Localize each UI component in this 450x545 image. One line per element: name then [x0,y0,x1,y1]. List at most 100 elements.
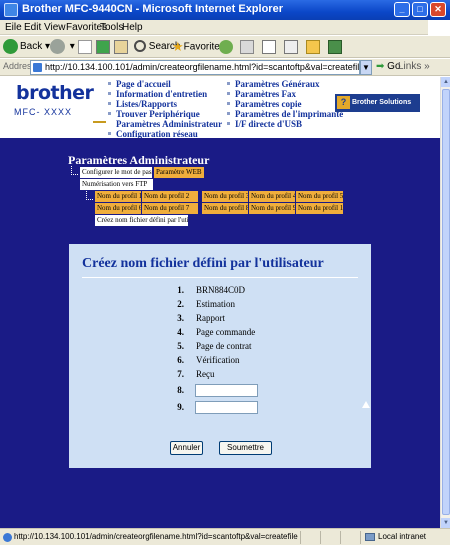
mail-icon[interactable] [240,40,254,54]
question-icon: ? [337,96,350,109]
menu-edit[interactable]: Edit [24,22,41,33]
tree-connector [86,191,93,200]
filename-panel: Créez nom fichier défini par l'utilisate… [69,244,371,468]
scroll-down-icon[interactable]: ▼ [441,518,450,528]
windows-logo-icon [428,20,450,35]
active-arrow-icon [93,121,106,126]
forward-button[interactable]: ▾ [50,38,75,56]
folder-icon[interactable] [306,40,320,54]
tab-profil-5[interactable]: Nom du profil 5 [296,191,343,202]
tree-connector [71,166,78,175]
list-item: 4. Page commande [177,327,256,337]
go-arrow-icon: ➡ [376,61,385,72]
cancel-button[interactable]: Annuler [170,441,203,455]
nav-parametres-copie[interactable]: Paramètres copie [227,99,343,109]
history-icon[interactable] [219,40,233,54]
page-status-icon [3,533,12,542]
list-item: 9. [177,402,184,412]
back-button[interactable]: Back ▾ [3,38,50,56]
nav-information-entretien[interactable]: Information d'entretien [108,89,222,99]
security-zone: Local intranet [378,532,427,541]
edit-icon[interactable] [284,40,298,54]
scroll-top-icon[interactable] [362,401,370,408]
list-item: 7. Reçu [177,369,215,379]
tab-profil-2[interactable]: Nom du profil 2 [142,191,198,202]
list-item: 3. Rapport [177,313,225,323]
nav-parametres-fax[interactable]: Paramètres Fax [227,89,343,99]
menu-file[interactable]: Eile [5,22,22,33]
window-titlebar: Brother MFC-9440CN - Microsoft Internet … [0,0,450,20]
section-title: Paramètres Administrateur [68,153,210,167]
nav-trouver-peripherique[interactable]: Trouver Periphérique [108,109,222,119]
status-url: http://10.134.100.101/admin/createorgfil… [14,532,298,541]
back-arrow-icon [3,38,18,54]
nav-configuration-reseau[interactable]: Configuration réseau [108,129,222,139]
tab-profil-4[interactable]: Nom du profil 4 [249,191,295,202]
print-icon[interactable] [262,40,276,54]
stop-icon[interactable] [78,40,92,54]
favorites-button[interactable]: ★Favorites [172,38,225,56]
intranet-icon [365,533,375,541]
solutions-center-link[interactable]: ? Brother Solutions Center [335,94,420,124]
home-icon[interactable] [114,40,128,54]
tab-profil-8[interactable]: Nom du profil 8 [202,203,248,214]
window-title: Brother MFC-9440CN - Microsoft Internet … [22,3,283,15]
tab-profil-9[interactable]: Nom du profil 9 [249,203,295,214]
links-button[interactable]: Links » [398,61,430,72]
star-icon: ★ [172,39,184,54]
page-header: brother MFC- XXXX Page d'accueil Informa… [0,77,440,139]
list-item: 2. Estimation [177,299,235,309]
tab-creez-nom-fichier[interactable]: Créez nom fichier défini par l'utilisate… [95,215,188,226]
close-button[interactable]: ✕ [430,2,446,17]
tab-profil-7[interactable]: Nom du profil 7 [142,203,198,214]
nav-if-directe-usb[interactable]: I/F directe d'USB [227,119,343,129]
list-item: 8. [177,385,184,395]
toolbar: Back ▾ ▾ Search ★Favorites [0,36,450,58]
submit-button[interactable]: Soumettre [219,441,272,455]
menu-bar: Eile Edit View Favorites Tools Help [0,20,450,35]
menu-tools[interactable]: Tools [100,22,123,33]
tab-parametre-web[interactable]: Paramètre WEB [154,167,204,178]
page-icon [33,63,42,72]
tab-profil-3[interactable]: Nom du profil 3 [202,191,248,202]
panel-title: Créez nom fichier défini par l'utilisate… [82,256,324,271]
page-viewport: brother MFC- XXXX Page d'accueil Informa… [0,77,440,528]
menu-view[interactable]: View [44,22,66,33]
nav-parametres-generaux[interactable]: Paramètres Généraux [227,79,343,89]
address-dropdown[interactable]: ▼ [360,60,372,75]
list-item: 6. Vérification [177,355,240,365]
model-name: MFC- XXXX [14,107,73,117]
panel-divider [82,277,358,278]
forward-arrow-icon [50,38,65,54]
tab-numerisation-ftp[interactable]: Numérisation vers FTP [80,179,153,190]
nav-page-accueil[interactable]: Page d'accueil [108,79,222,89]
brother-logo: brother [16,82,94,104]
refresh-icon[interactable] [96,40,110,54]
scroll-up-icon[interactable]: ▲ [441,77,450,87]
nav-parametres-imprimante[interactable]: Paramètres de l'imprimante [227,109,343,119]
tab-profil-6[interactable]: Nom du profil 6 [95,203,141,214]
list-item: 1. BRN884C0D [177,285,246,295]
filename-8-input[interactable] [195,384,258,397]
list-item: 5. Page de contrat [177,341,252,351]
filename-9-input[interactable] [195,401,258,414]
search-icon [134,40,146,53]
nav-listes-rapports[interactable]: Listes/Rapports [108,99,222,109]
menu-help[interactable]: Help [122,22,143,33]
tab-configurer-mot-de-passe[interactable]: Configurer le mot de passe [80,167,152,178]
nav-parametres-administrateur[interactable]: Paramètres Administrateur [93,119,222,129]
ie-icon [4,3,18,17]
nav-left: Page d'accueil Information d'entretien L… [93,79,222,139]
minimize-button[interactable]: _ [394,2,410,17]
address-bar: Address http://10.134.100.101/admin/crea… [0,59,450,76]
status-bar: http://10.134.100.101/admin/createorgfil… [0,528,450,545]
address-input[interactable]: http://10.134.100.101/admin/createorgfil… [30,60,360,75]
go-button[interactable]: ➡ Go [376,61,401,72]
maximize-button[interactable]: □ [412,2,428,17]
tab-profil-10[interactable]: Nom du profil 10 [296,203,343,214]
tab-profil-1[interactable]: Nom du profil 1 [95,191,141,202]
nav-right: Paramètres Généraux Paramètres Fax Param… [227,79,343,129]
vertical-scrollbar[interactable]: ▲ ▼ [440,77,450,528]
scrollbar-thumb[interactable] [442,89,450,515]
messenger-icon[interactable] [328,40,342,54]
